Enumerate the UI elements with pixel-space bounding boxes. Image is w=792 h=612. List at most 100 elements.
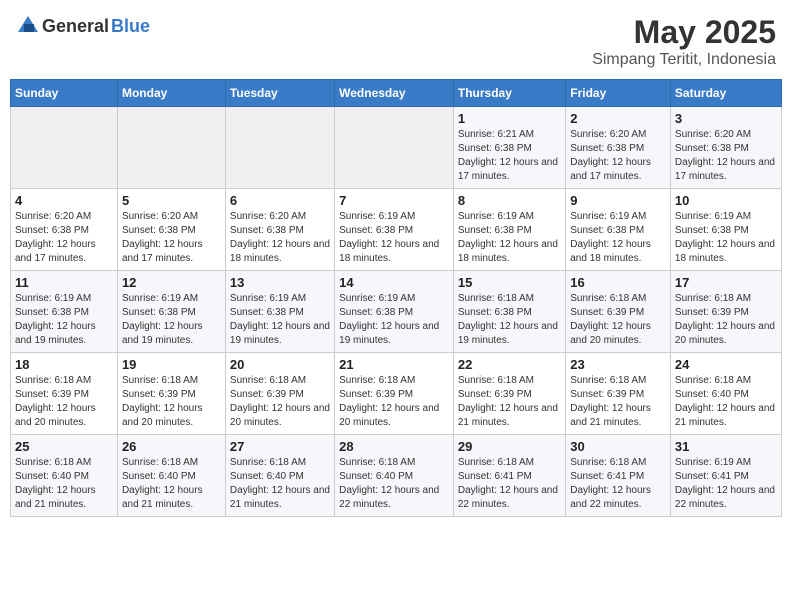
cell-week4-day7: 24 Sunrise: 6:18 AM Sunset: 6:40 PM Dayli… [670,353,781,435]
cell-week5-day6: 30 Sunrise: 6:18 AM Sunset: 6:41 PM Dayli… [566,435,671,517]
calendar-body: 1 Sunrise: 6:21 AM Sunset: 6:38 PM Daylig… [11,107,782,517]
day-info: Sunrise: 6:18 AM Sunset: 6:39 PM Dayligh… [122,374,221,430]
day-info: Sunrise: 6:18 AM Sunset: 6:39 PM Dayligh… [458,374,561,430]
day-number: 28 [339,439,449,454]
week-row-2: 4 Sunrise: 6:20 AM Sunset: 6:38 PM Daylig… [11,189,782,271]
calendar-header-row: SundayMondayTuesdayWednesdayThursdayFrid… [11,80,782,107]
header-saturday: Saturday [670,80,781,107]
day-info: Sunrise: 6:18 AM Sunset: 6:39 PM Dayligh… [570,374,666,430]
cell-week4-day5: 22 Sunrise: 6:18 AM Sunset: 6:39 PM Dayli… [453,353,565,435]
header-thursday: Thursday [453,80,565,107]
day-number: 3 [675,111,777,126]
day-info: Sunrise: 6:18 AM Sunset: 6:39 PM Dayligh… [230,374,330,430]
day-info: Sunrise: 6:20 AM Sunset: 6:38 PM Dayligh… [15,210,113,266]
day-number: 31 [675,439,777,454]
day-info: Sunrise: 6:18 AM Sunset: 6:41 PM Dayligh… [570,456,666,512]
day-number: 26 [122,439,221,454]
day-info: Sunrise: 6:18 AM Sunset: 6:40 PM Dayligh… [122,456,221,512]
day-info: Sunrise: 6:19 AM Sunset: 6:38 PM Dayligh… [339,210,449,266]
cell-week2-day1: 4 Sunrise: 6:20 AM Sunset: 6:38 PM Daylig… [11,189,118,271]
cell-week2-day5: 8 Sunrise: 6:19 AM Sunset: 6:38 PM Daylig… [453,189,565,271]
week-row-4: 18 Sunrise: 6:18 AM Sunset: 6:39 PM Dayli… [11,353,782,435]
header-tuesday: Tuesday [225,80,334,107]
header-monday: Monday [117,80,225,107]
day-number: 15 [458,275,561,290]
cell-week3-day5: 15 Sunrise: 6:18 AM Sunset: 6:38 PM Dayli… [453,271,565,353]
day-info: Sunrise: 6:18 AM Sunset: 6:40 PM Dayligh… [15,456,113,512]
day-number: 25 [15,439,113,454]
day-number: 23 [570,357,666,372]
calendar-table: SundayMondayTuesdayWednesdayThursdayFrid… [10,79,782,517]
day-info: Sunrise: 6:18 AM Sunset: 6:39 PM Dayligh… [339,374,449,430]
day-info: Sunrise: 6:19 AM Sunset: 6:38 PM Dayligh… [339,292,449,348]
day-info: Sunrise: 6:20 AM Sunset: 6:38 PM Dayligh… [675,128,777,184]
cell-week4-day4: 21Sunrise: 6:18 AM Sunset: 6:39 PM Dayli… [335,353,454,435]
day-number: 29 [458,439,561,454]
subtitle: Simpang Teritit, Indonesia [592,51,776,69]
week-row-1: 1 Sunrise: 6:21 AM Sunset: 6:38 PM Daylig… [11,107,782,189]
day-number: 17 [675,275,777,290]
day-number: 11 [15,275,113,290]
header-friday: Friday [566,80,671,107]
cell-week1-day3 [225,107,334,189]
cell-week1-day7: 3 Sunrise: 6:20 AM Sunset: 6:38 PM Daylig… [670,107,781,189]
day-number: 7 [339,193,449,208]
cell-week1-day2 [117,107,225,189]
cell-week1-day5: 1 Sunrise: 6:21 AM Sunset: 6:38 PM Daylig… [453,107,565,189]
cell-week2-day6: 9 Sunrise: 6:19 AM Sunset: 6:38 PM Daylig… [566,189,671,271]
cell-week4-day3: 20 Sunrise: 6:18 AM Sunset: 6:39 PM Dayli… [225,353,334,435]
day-number: 20 [230,357,330,372]
header-wednesday: Wednesday [335,80,454,107]
day-info: Sunrise: 6:19 AM Sunset: 6:38 PM Dayligh… [230,292,330,348]
cell-week2-day7: 10Sunrise: 6:19 AM Sunset: 6:38 PM Dayli… [670,189,781,271]
cell-week5-day2: 26 Sunrise: 6:18 AM Sunset: 6:40 PM Dayli… [117,435,225,517]
cell-week2-day3: 6 Sunrise: 6:20 AM Sunset: 6:38 PM Daylig… [225,189,334,271]
cell-week1-day4 [335,107,454,189]
header-sunday: Sunday [11,80,118,107]
logo-icon [16,14,40,38]
logo-text-general: General [42,16,109,37]
cell-week3-day1: 11 Sunrise: 6:19 AM Sunset: 6:38 PM Dayli… [11,271,118,353]
day-number: 22 [458,357,561,372]
day-info: Sunrise: 6:18 AM Sunset: 6:40 PM Dayligh… [675,374,777,430]
day-info: Sunrise: 6:20 AM Sunset: 6:38 PM Dayligh… [230,210,330,266]
day-info: Sunrise: 6:18 AM Sunset: 6:39 PM Dayligh… [675,292,777,348]
day-info: Sunrise: 6:19 AM Sunset: 6:41 PM Dayligh… [675,456,777,512]
day-info: Sunrise: 6:19 AM Sunset: 6:38 PM Dayligh… [570,210,666,266]
day-info: Sunrise: 6:18 AM Sunset: 6:38 PM Dayligh… [458,292,561,348]
day-number: 8 [458,193,561,208]
day-info: Sunrise: 6:18 AM Sunset: 6:40 PM Dayligh… [339,456,449,512]
day-number: 6 [230,193,330,208]
day-number: 12 [122,275,221,290]
day-number: 24 [675,357,777,372]
title-block: May 2025 Simpang Teritit, Indonesia [592,14,776,69]
cell-week3-day4: 14 Sunrise: 6:19 AM Sunset: 6:38 PM Dayli… [335,271,454,353]
day-number: 14 [339,275,449,290]
week-row-5: 25 Sunrise: 6:18 AM Sunset: 6:40 PM Dayli… [11,435,782,517]
day-number: 4 [15,193,113,208]
day-number: 1 [458,111,561,126]
day-info: Sunrise: 6:21 AM Sunset: 6:38 PM Dayligh… [458,128,561,184]
day-number: 18 [15,357,113,372]
cell-week5-day7: 31 Sunrise: 6:19 AM Sunset: 6:41 PM Dayli… [670,435,781,517]
cell-week3-day7: 17 Sunrise: 6:18 AM Sunset: 6:39 PM Dayli… [670,271,781,353]
day-info: Sunrise: 6:18 AM Sunset: 6:39 PM Dayligh… [570,292,666,348]
cell-week5-day1: 25 Sunrise: 6:18 AM Sunset: 6:40 PM Dayli… [11,435,118,517]
cell-week3-day6: 16 Sunrise: 6:18 AM Sunset: 6:39 PM Dayli… [566,271,671,353]
main-title: May 2025 [592,14,776,51]
day-number: 9 [570,193,666,208]
day-number: 19 [122,357,221,372]
cell-week5-day5: 29 Sunrise: 6:18 AM Sunset: 6:41 PM Dayli… [453,435,565,517]
day-info: Sunrise: 6:19 AM Sunset: 6:38 PM Dayligh… [15,292,113,348]
day-number: 16 [570,275,666,290]
cell-week1-day6: 2Sunrise: 6:20 AM Sunset: 6:38 PM Daylig… [566,107,671,189]
cell-week1-day1 [11,107,118,189]
day-info: Sunrise: 6:19 AM Sunset: 6:38 PM Dayligh… [458,210,561,266]
day-number: 27 [230,439,330,454]
cell-week5-day4: 28 Sunrise: 6:18 AM Sunset: 6:40 PM Dayli… [335,435,454,517]
cell-week3-day3: 13Sunrise: 6:19 AM Sunset: 6:38 PM Dayli… [225,271,334,353]
day-info: Sunrise: 6:20 AM Sunset: 6:38 PM Dayligh… [122,210,221,266]
day-number: 30 [570,439,666,454]
cell-week4-day1: 18Sunrise: 6:18 AM Sunset: 6:39 PM Dayli… [11,353,118,435]
day-info: Sunrise: 6:18 AM Sunset: 6:41 PM Dayligh… [458,456,561,512]
